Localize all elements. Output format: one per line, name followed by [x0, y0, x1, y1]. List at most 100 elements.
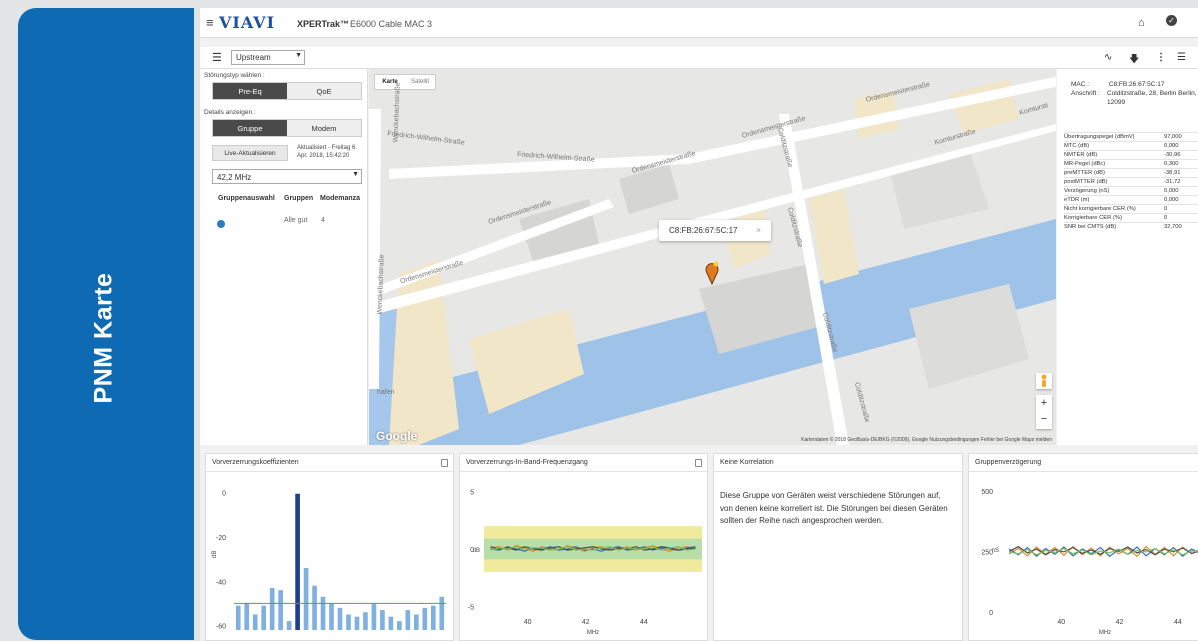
rss-icon[interactable]: ∿ [1104, 52, 1112, 63]
hamburger-icon[interactable]: ☰ [212, 51, 222, 64]
bar [413, 614, 419, 630]
mac-row: MAC : C8:FB:26:67:5C:17 [1071, 80, 1198, 89]
bar [252, 614, 258, 630]
popup-mac: C8:FB:26:67:5C:17 [669, 226, 738, 235]
group-delay-chart: 500250040 42 44MHznS [981, 489, 1198, 636]
mac-label: MAC : [1071, 81, 1090, 88]
slide-title: PNM Karte [89, 272, 118, 404]
card-title: Vorverzerrungskoeffizienten [212, 459, 299, 466]
card-title: Vorverzerrungs-In-Band-Frequenzgang [466, 459, 588, 466]
direction-select[interactable]: Upstream ▼ [231, 50, 305, 65]
app-menu-icon[interactable]: ≡ [206, 15, 214, 30]
y-tick-label: -60 [216, 624, 226, 631]
x-axis-label: MHz [587, 630, 599, 636]
bar [388, 616, 394, 630]
bar [354, 616, 360, 630]
tab-satellit[interactable]: Satellit [405, 75, 435, 89]
bar [320, 596, 326, 630]
col-gruppenauswahl: Gruppenauswahl [218, 195, 275, 202]
bar [422, 607, 428, 630]
map-marker-icon[interactable] [704, 261, 720, 285]
col-modemanzahl: Modemanza [320, 195, 361, 202]
map-type-tabs: Karte Satellit [374, 74, 436, 90]
no-correlation-text: Diese Gruppe von Geräten weist verschied… [720, 491, 948, 525]
device-name: E6000 Cable MAC 3 [350, 19, 433, 29]
y-axis-label: dB [212, 551, 218, 558]
zoom-in-button[interactable]: + [1036, 395, 1052, 411]
metric-row: Übertragungspegel (dBmV) 97,000 [1064, 132, 1198, 141]
bar [371, 603, 377, 630]
check-circle-icon[interactable]: ✓ [1166, 15, 1177, 26]
option-pre-eq[interactable]: Pre-Eq [213, 83, 287, 99]
frequency-select[interactable]: 42,2 MHz ▼ [212, 169, 362, 184]
y-tick-label: 0 [222, 491, 226, 498]
x-tick-label: 44 [640, 619, 648, 626]
more-vert-icon[interactable]: ⋮ [1156, 52, 1166, 63]
card-group-delay: Gruppenverzögerung 500 250 0 40 42 44 MHz nS [968, 453, 1198, 641]
metric-row: SNR bei CMTS (dB) 32,700 [1064, 222, 1198, 231]
zoom-out-button[interactable]: − [1036, 411, 1052, 427]
home-icon[interactable]: ⌂ [1138, 17, 1145, 29]
app-window: ≡ VIAVI XPERTrak™ E6000 Cable MAC 3 ⌂ ✓ … [200, 8, 1198, 641]
metric-row: postMTTER (dB) -31,72 [1064, 177, 1198, 186]
coefficients-chart: 0 -20 -40 -60 dB [212, 491, 446, 631]
map-popup: C8:FB:26:67:5C:17 × [659, 220, 771, 241]
hafen-label: hafen [377, 389, 395, 396]
bar [278, 590, 283, 630]
y-axis-label: nS [992, 548, 999, 554]
map-attribution[interactable]: Kartendaten © 2018 GeoBasis-DE/BKG (©200… [801, 437, 1052, 443]
card-coefficients: Vorverzerrungskoeffizienten 0 -20 -40 -60 dB [205, 453, 454, 641]
frequency-value: 42,2 MHz [217, 173, 252, 182]
bar [286, 621, 292, 630]
chevron-down-icon: ▼ [352, 171, 359, 178]
bar [346, 614, 351, 630]
download-icon[interactable]: 🡇 [1129, 52, 1139, 69]
address-value: Colditzstraße, 28, Berlin Berlin, 12099 [1107, 90, 1197, 106]
y-tick-label: -40 [216, 579, 226, 586]
chevron-down-icon: ▼ [295, 52, 302, 59]
copy-icon[interactable] [695, 459, 702, 467]
y-tick-label: 0 [989, 610, 993, 617]
metric-name: Verzögerung (nS) [1064, 188, 1110, 194]
option-modem[interactable]: Modem [287, 120, 361, 136]
bar [439, 596, 445, 630]
card-frequency-response: Vorverzerrungs-In-Band-Frequenzgang 5 0 -5… [459, 453, 708, 641]
metric-name: Nicht korrigierbare CER (%) [1064, 206, 1136, 212]
bar [244, 603, 250, 630]
list-icon[interactable]: ☰ [1177, 52, 1186, 63]
y-tick-label: 5 [470, 490, 474, 497]
metric-name: preMTTER (dB) [1064, 170, 1105, 176]
close-icon[interactable]: × [756, 220, 761, 241]
details-toggle: Gruppe Modem [212, 119, 362, 137]
modem-details-panel: MAC : C8:FB:26:67:5C:17 Anschrift : Cold… [1057, 69, 1198, 445]
expand-group-icon[interactable] [217, 220, 225, 228]
x-tick-label: 42 [1116, 619, 1124, 626]
bar [380, 610, 385, 630]
option-gruppe[interactable]: Gruppe [213, 120, 287, 136]
y-tick-label: -20 [216, 535, 226, 542]
filter-panel: Störungstyp wählen : Pre-Eq QoE Details … [200, 69, 368, 445]
last-updated: Aktualisiert - Freitag 6. Apr. 2018, 15:… [297, 144, 367, 160]
option-qoe[interactable]: QoE [287, 83, 361, 99]
bar [261, 605, 267, 630]
bar [363, 612, 368, 630]
viavi-logo: VIAVI [219, 13, 276, 32]
metric-row: preMTTER (dB) -38,91 [1064, 168, 1198, 177]
copy-icon[interactable] [441, 459, 448, 467]
metric-name: Korrigierbare CER (%) [1064, 215, 1122, 221]
toolbar: ☰ Upstream ▼ ∿ 🡇 ⋮ ☰ [200, 47, 1198, 69]
map-view[interactable]: Karte Satellit Friedrich-Wilhelm-Straße … [369, 69, 1056, 445]
x-tick-label: 42 [582, 619, 590, 626]
live-refresh-button[interactable]: Live-Aktualisieren [212, 145, 288, 161]
address-label: Anschrift : [1071, 90, 1100, 97]
bar [397, 621, 402, 630]
product-name: XPERTrak™ [297, 19, 350, 29]
metrics-table: Übertragungspegel (dBmV) 97,000 MTC (dB) 0… [1064, 132, 1198, 231]
google-logo: Google [376, 429, 418, 443]
pegman-icon[interactable] [1036, 373, 1052, 389]
details-label: Details anzeigen : [204, 109, 256, 116]
app-header: ≡ VIAVI XPERTrak™ E6000 Cable MAC 3 ⌂ ✓ [200, 8, 1198, 38]
group-count: 4 [321, 217, 325, 224]
metric-row: Nicht korrigierbare CER (%) 0 [1064, 204, 1198, 213]
y-tick-label: 500 [981, 489, 993, 496]
